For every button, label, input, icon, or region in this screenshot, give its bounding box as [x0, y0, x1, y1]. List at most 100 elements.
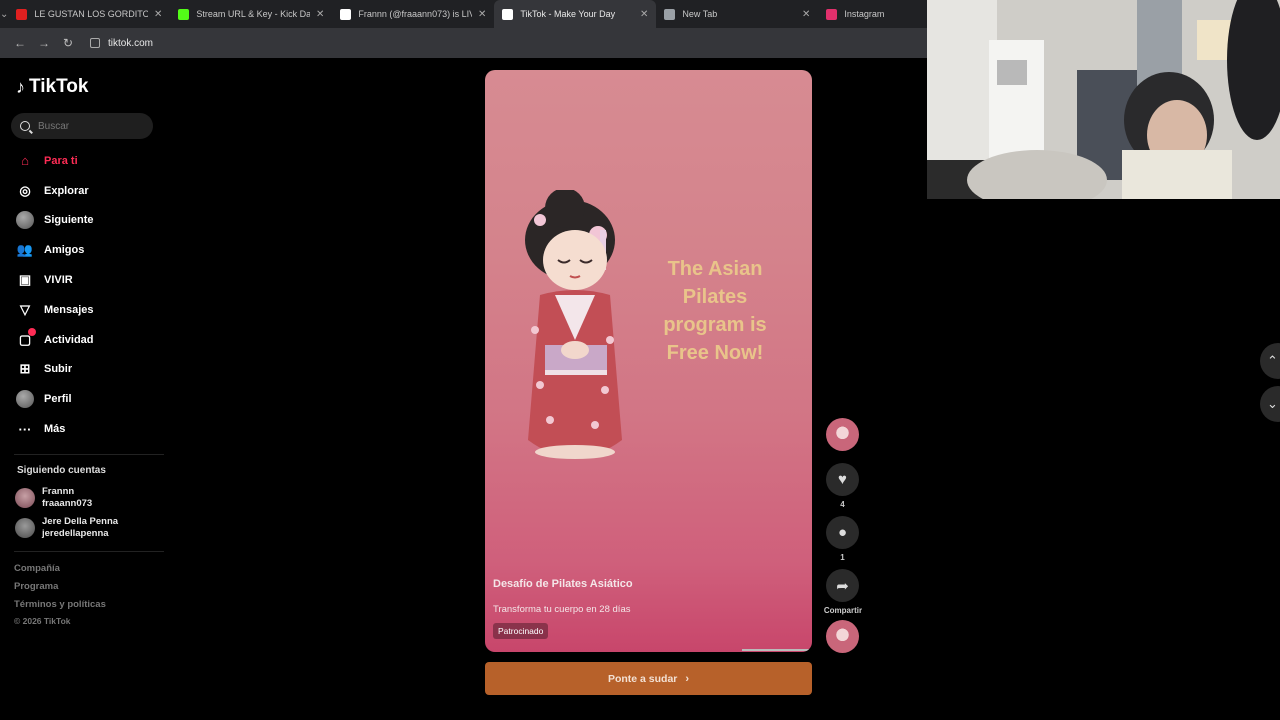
- home-icon: ⌂: [21, 153, 29, 169]
- sidebar-item-label: Más: [44, 423, 66, 436]
- close-icon[interactable]: ✕: [154, 9, 162, 20]
- avatar-icon: [16, 211, 34, 230]
- previous-video-button[interactable]: ⌃: [1260, 343, 1280, 379]
- close-icon[interactable]: ✕: [316, 9, 324, 20]
- sidebar-item-actividad[interactable]: ▢ Actividad: [16, 325, 94, 355]
- favicon-icon: [16, 8, 28, 20]
- next-video-button[interactable]: ⌄: [1260, 386, 1280, 422]
- favicon-icon: [178, 8, 190, 20]
- heart-icon: ♥: [838, 471, 847, 488]
- browser-tab[interactable]: Frannn (@fraaann073) is LIVE - ✕: [332, 0, 494, 28]
- following-handle: jeredellapenna: [42, 528, 109, 539]
- sidebar-item-label: Perfil: [44, 393, 72, 406]
- close-icon[interactable]: ✕: [802, 9, 810, 20]
- sidebar-item-perfil[interactable]: Perfil: [16, 384, 94, 414]
- more-icon: ···: [18, 421, 32, 437]
- share-button[interactable]: ➦: [826, 569, 859, 602]
- sidebar-item-siguiente[interactable]: Siguiente: [16, 206, 94, 236]
- compass-icon: ◎: [19, 182, 31, 198]
- live-icon: ▣: [18, 272, 32, 288]
- back-icon[interactable]: ←: [8, 36, 32, 50]
- sound-avatar[interactable]: [826, 620, 859, 653]
- sidebar-item-amigos[interactable]: 👥 Amigos: [16, 235, 94, 265]
- avatar: [15, 488, 35, 508]
- footer-company-link[interactable]: Compañía: [14, 563, 60, 574]
- sidebar-item-label: Amigos: [44, 244, 85, 257]
- following-account[interactable]: Jere Della Penna jeredellapenna: [15, 516, 118, 540]
- logo-text: TikTok: [29, 76, 89, 97]
- favicon-icon: [340, 8, 352, 20]
- cta-label: Ponte a sudar: [607, 672, 678, 685]
- video-headline: The Asian Pilates program is Free Now!: [663, 258, 767, 364]
- video-title[interactable]: Desafío de Pilates Asiático: [493, 578, 633, 590]
- following-title: Siguiendo cuentas: [17, 465, 106, 476]
- footer-copyright: © 2026 TikTok: [14, 616, 71, 626]
- webcam-video: [927, 0, 1280, 199]
- tab-search-icon[interactable]: ⌄: [0, 0, 8, 28]
- creator-avatar[interactable]: [826, 418, 859, 451]
- close-icon[interactable]: ✕: [640, 9, 648, 20]
- footer-terms-link[interactable]: Términos y políticas: [14, 599, 106, 610]
- search-icon: [20, 121, 30, 131]
- sidebar-item-label: Para ti: [44, 154, 78, 167]
- video-progress-bar[interactable]: [742, 649, 810, 651]
- url-text: tiktok.com: [108, 37, 154, 49]
- main-nav: ⌂ Para ti ◎ Explorar Siguiente 👥 Amigos ▣ VIVIR ▽…: [16, 146, 94, 444]
- sidebar-item-label: Actividad: [44, 333, 94, 346]
- divider: [14, 454, 164, 455]
- comment-count: 1: [840, 553, 845, 562]
- favicon-icon: [664, 8, 676, 20]
- share-label: Compartir: [823, 606, 863, 615]
- address-bar: ← → ↻ tiktok.com: [0, 28, 927, 58]
- forward-icon[interactable]: →: [32, 36, 56, 50]
- sidebar-item-para-ti[interactable]: ⌂ Para ti: [16, 146, 94, 176]
- tab-title: TikTok - Make Your Day: [520, 9, 616, 19]
- search-placeholder: Buscar: [38, 120, 70, 132]
- close-icon[interactable]: ✕: [478, 9, 486, 20]
- sidebar-item-mensajes[interactable]: ▽ Mensajes: [16, 295, 94, 325]
- reload-icon[interactable]: ↻: [56, 36, 80, 50]
- sidebar-item-subir[interactable]: ⊞ Subir: [16, 355, 94, 385]
- following-account[interactable]: Frannn fraaann073: [15, 486, 92, 510]
- browser-tab[interactable]: Stream URL & Key - Kick Dashb ✕: [170, 0, 332, 28]
- sidebar-item-label: Mensajes: [44, 303, 94, 316]
- webcam-overlay: [927, 0, 1280, 199]
- video-player[interactable]: The Asian Pilates program is Free Now! D…: [485, 70, 812, 652]
- browser-tab[interactable]: LE GUSTAN LOS GORDITOS - Yo ✕: [8, 0, 170, 28]
- tiktok-logo[interactable]: ♪ TikTok: [16, 76, 88, 98]
- comment-button[interactable]: ●: [826, 516, 859, 549]
- sidebar-item-label: VIVIR: [44, 274, 73, 287]
- browser-tab[interactable]: TikTok - Make Your Day ✕: [494, 0, 657, 28]
- sidebar-item-más[interactable]: ··· Más: [16, 414, 94, 444]
- browser-tab[interactable]: New Tab ✕: [656, 0, 818, 28]
- tab-title: Frannn (@fraaann073) is LIVE -: [358, 9, 472, 19]
- tab-title: LE GUSTAN LOS GORDITOS - Yo: [34, 9, 148, 19]
- sidebar: ♪ TikTok Buscar ⌂ Para ti ◎ Explorar Siguien…: [0, 58, 170, 720]
- sidebar-item-vivir[interactable]: ▣ VIVIR: [16, 265, 94, 295]
- like-count: 4: [840, 500, 845, 509]
- browser-tab-strip: ⌄ LE GUSTAN LOS GORDITOS - Yo✕Stream URL…: [0, 0, 972, 28]
- search-input[interactable]: Buscar: [11, 113, 153, 139]
- avatar: [15, 518, 35, 538]
- sidebar-item-label: Explorar: [44, 184, 89, 197]
- share-icon: ➦: [836, 577, 849, 595]
- cta-button[interactable]: Ponte a sudar ›: [485, 662, 812, 695]
- profile-icon: [16, 390, 34, 409]
- chevron-down-icon: ⌄: [1267, 396, 1278, 411]
- tab-title: New Tab: [682, 9, 718, 19]
- following-name: Jere Della Penna: [42, 516, 119, 527]
- sidebar-item-label: Subir: [44, 363, 73, 376]
- sidebar-item-explorar[interactable]: ◎ Explorar: [16, 176, 94, 206]
- site-info-icon[interactable]: [90, 38, 100, 48]
- sponsored-badge: Patrocinado: [493, 623, 549, 639]
- following-handle: fraaann073: [42, 498, 93, 509]
- url-field[interactable]: tiktok.com: [90, 38, 153, 49]
- divider: [14, 551, 164, 552]
- tab-title: Stream URL & Key - Kick Dashb: [196, 9, 310, 19]
- friends-icon: 👥: [16, 242, 34, 258]
- like-button[interactable]: ♥: [826, 463, 859, 496]
- comment-icon: ●: [837, 524, 848, 541]
- favicon-icon: [826, 8, 838, 20]
- footer-program-link[interactable]: Programa: [14, 581, 58, 592]
- messages-icon: ▽: [20, 301, 30, 317]
